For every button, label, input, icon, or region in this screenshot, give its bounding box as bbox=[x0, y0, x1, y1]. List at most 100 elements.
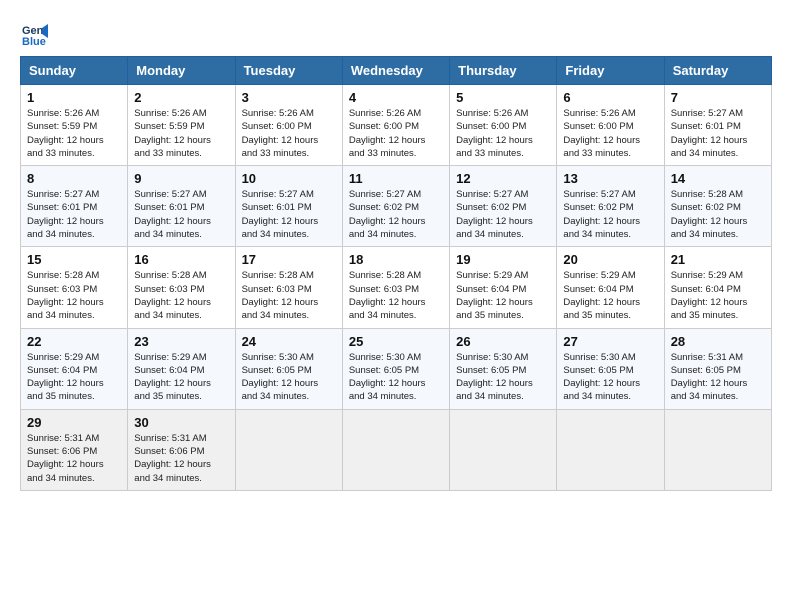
day-info-18: Sunrise: 5:28 AMSunset: 6:03 PMDaylight:… bbox=[349, 269, 443, 322]
calendar-day-27: 27 Sunrise: 5:30 AMSunset: 6:05 PMDayligh… bbox=[557, 328, 664, 409]
weekday-header-saturday: Saturday bbox=[664, 57, 771, 85]
calendar-day-4: 4Sunrise: 5:26 AMSunset: 6:00 PMDaylight… bbox=[342, 85, 449, 166]
calendar-day-3: 3 Sunrise: 5:26 AMSunset: 6:00 PMDaylight… bbox=[235, 85, 342, 166]
calendar-day-7: 7 Sunrise: 5:27 AMSunset: 6:01 PMDaylight… bbox=[664, 85, 771, 166]
day-number-1: 1 bbox=[27, 90, 121, 105]
day-number-18: 18 bbox=[349, 252, 443, 267]
calendar-week-3: 15 Sunrise: 5:28 AMSunset: 6:03 PMDayligh… bbox=[21, 247, 772, 328]
day-number-9: 9 bbox=[134, 171, 228, 186]
day-info-13: Sunrise: 5:27 AMSunset: 6:02 PMDaylight:… bbox=[563, 188, 657, 241]
calendar-week-1: 1 Sunrise: 5:26 AMSunset: 5:59 PMDaylight… bbox=[21, 85, 772, 166]
day-number-23: 23 bbox=[134, 334, 228, 349]
logo: General Blue bbox=[20, 20, 52, 48]
calendar-day-21: 21 Sunrise: 5:29 AMSunset: 6:04 PMDayligh… bbox=[664, 247, 771, 328]
day-info-7: Sunrise: 5:27 AMSunset: 6:01 PMDaylight:… bbox=[671, 107, 765, 160]
calendar-week-2: 8 Sunrise: 5:27 AMSunset: 6:01 PMDaylight… bbox=[21, 166, 772, 247]
calendar-day-23: 23 Sunrise: 5:29 AMSunset: 6:04 PMDayligh… bbox=[128, 328, 235, 409]
day-info-26: Sunrise: 5:30 AMSunset: 6:05 PMDaylight:… bbox=[456, 351, 550, 404]
calendar-day-20: 20 Sunrise: 5:29 AMSunset: 6:04 PMDayligh… bbox=[557, 247, 664, 328]
calendar-day-6: 6Sunrise: 5:26 AMSunset: 6:00 PMDaylight… bbox=[557, 85, 664, 166]
calendar-day-16: 16 Sunrise: 5:28 AMSunset: 6:03 PMDayligh… bbox=[128, 247, 235, 328]
weekday-header-monday: Monday bbox=[128, 57, 235, 85]
weekday-header-sunday: Sunday bbox=[21, 57, 128, 85]
calendar-day-22: 22 Sunrise: 5:29 AMSunset: 6:04 PMDayligh… bbox=[21, 328, 128, 409]
svg-text:Blue: Blue bbox=[22, 36, 46, 48]
day-number-28: 28 bbox=[671, 334, 765, 349]
day-info-30: Sunrise: 5:31 AMSunset: 6:06 PMDaylight:… bbox=[134, 432, 228, 485]
calendar-day-28: 28 Sunrise: 5:31 AMSunset: 6:05 PMDayligh… bbox=[664, 328, 771, 409]
day-number-30: 30 bbox=[134, 415, 228, 430]
weekday-header-friday: Friday bbox=[557, 57, 664, 85]
day-number-7: 7 bbox=[671, 90, 765, 105]
day-info-29: Sunrise: 5:31 AMSunset: 6:06 PMDaylight:… bbox=[27, 432, 121, 485]
day-number-24: 24 bbox=[242, 334, 336, 349]
day-info-4: Sunrise: 5:26 AMSunset: 6:00 PMDaylight:… bbox=[349, 107, 443, 160]
day-number-13: 13 bbox=[563, 171, 657, 186]
calendar-week-5: 29 Sunrise: 5:31 AMSunset: 6:06 PMDayligh… bbox=[21, 409, 772, 490]
day-number-21: 21 bbox=[671, 252, 765, 267]
day-number-19: 19 bbox=[456, 252, 550, 267]
day-number-16: 16 bbox=[134, 252, 228, 267]
calendar-day-25: 25Sunrise: 5:30 AMSunset: 6:05 PMDayligh… bbox=[342, 328, 449, 409]
weekday-header-row: SundayMondayTuesdayWednesdayThursdayFrid… bbox=[21, 57, 772, 85]
weekday-header-tuesday: Tuesday bbox=[235, 57, 342, 85]
day-number-3: 3 bbox=[242, 90, 336, 105]
calendar-day-11: 11Sunrise: 5:27 AMSunset: 6:02 PMDayligh… bbox=[342, 166, 449, 247]
day-info-21: Sunrise: 5:29 AMSunset: 6:04 PMDaylight:… bbox=[671, 269, 765, 322]
day-number-6: 6 bbox=[563, 90, 657, 105]
day-info-24: Sunrise: 5:30 AMSunset: 6:05 PMDaylight:… bbox=[242, 351, 336, 404]
empty-cell bbox=[235, 409, 342, 490]
calendar-day-30: 30 Sunrise: 5:31 AMSunset: 6:06 PMDayligh… bbox=[128, 409, 235, 490]
calendar-day-2: 2 Sunrise: 5:26 AMSunset: 5:59 PMDaylight… bbox=[128, 85, 235, 166]
calendar-day-9: 9 Sunrise: 5:27 AMSunset: 6:01 PMDaylight… bbox=[128, 166, 235, 247]
day-info-14: Sunrise: 5:28 AMSunset: 6:02 PMDaylight:… bbox=[671, 188, 765, 241]
day-info-16: Sunrise: 5:28 AMSunset: 6:03 PMDaylight:… bbox=[134, 269, 228, 322]
day-number-25: 25 bbox=[349, 334, 443, 349]
day-info-20: Sunrise: 5:29 AMSunset: 6:04 PMDaylight:… bbox=[563, 269, 657, 322]
day-number-20: 20 bbox=[563, 252, 657, 267]
day-info-23: Sunrise: 5:29 AMSunset: 6:04 PMDaylight:… bbox=[134, 351, 228, 404]
day-info-3: Sunrise: 5:26 AMSunset: 6:00 PMDaylight:… bbox=[242, 107, 336, 160]
day-info-19: Sunrise: 5:29 AMSunset: 6:04 PMDaylight:… bbox=[456, 269, 550, 322]
calendar-day-19: 19 Sunrise: 5:29 AMSunset: 6:04 PMDayligh… bbox=[450, 247, 557, 328]
calendar-day-10: 10Sunrise: 5:27 AMSunset: 6:01 PMDayligh… bbox=[235, 166, 342, 247]
day-number-12: 12 bbox=[456, 171, 550, 186]
calendar-week-4: 22 Sunrise: 5:29 AMSunset: 6:04 PMDayligh… bbox=[21, 328, 772, 409]
day-number-27: 27 bbox=[563, 334, 657, 349]
calendar-day-24: 24 Sunrise: 5:30 AMSunset: 6:05 PMDayligh… bbox=[235, 328, 342, 409]
day-number-26: 26 bbox=[456, 334, 550, 349]
day-info-8: Sunrise: 5:27 AMSunset: 6:01 PMDaylight:… bbox=[27, 188, 121, 241]
day-number-8: 8 bbox=[27, 171, 121, 186]
calendar-day-15: 15 Sunrise: 5:28 AMSunset: 6:03 PMDayligh… bbox=[21, 247, 128, 328]
day-number-2: 2 bbox=[134, 90, 228, 105]
day-info-12: Sunrise: 5:27 AMSunset: 6:02 PMDaylight:… bbox=[456, 188, 550, 241]
page-header: General Blue bbox=[20, 20, 772, 48]
day-info-15: Sunrise: 5:28 AMSunset: 6:03 PMDaylight:… bbox=[27, 269, 121, 322]
weekday-header-thursday: Thursday bbox=[450, 57, 557, 85]
day-number-15: 15 bbox=[27, 252, 121, 267]
day-number-22: 22 bbox=[27, 334, 121, 349]
day-info-28: Sunrise: 5:31 AMSunset: 6:05 PMDaylight:… bbox=[671, 351, 765, 404]
empty-cell bbox=[342, 409, 449, 490]
calendar-day-13: 13 Sunrise: 5:27 AMSunset: 6:02 PMDayligh… bbox=[557, 166, 664, 247]
day-info-2: Sunrise: 5:26 AMSunset: 5:59 PMDaylight:… bbox=[134, 107, 228, 160]
logo-icon: General Blue bbox=[20, 20, 48, 48]
calendar-table: SundayMondayTuesdayWednesdayThursdayFrid… bbox=[20, 56, 772, 491]
calendar-day-14: 14 Sunrise: 5:28 AMSunset: 6:02 PMDayligh… bbox=[664, 166, 771, 247]
empty-cell bbox=[450, 409, 557, 490]
weekday-header-wednesday: Wednesday bbox=[342, 57, 449, 85]
calendar-day-17: 17 Sunrise: 5:28 AMSunset: 6:03 PMDayligh… bbox=[235, 247, 342, 328]
day-number-14: 14 bbox=[671, 171, 765, 186]
day-info-27: Sunrise: 5:30 AMSunset: 6:05 PMDaylight:… bbox=[563, 351, 657, 404]
day-info-9: Sunrise: 5:27 AMSunset: 6:01 PMDaylight:… bbox=[134, 188, 228, 241]
day-info-17: Sunrise: 5:28 AMSunset: 6:03 PMDaylight:… bbox=[242, 269, 336, 322]
calendar-day-29: 29 Sunrise: 5:31 AMSunset: 6:06 PMDayligh… bbox=[21, 409, 128, 490]
calendar-day-5: 5Sunrise: 5:26 AMSunset: 6:00 PMDaylight… bbox=[450, 85, 557, 166]
day-info-1: Sunrise: 5:26 AMSunset: 5:59 PMDaylight:… bbox=[27, 107, 121, 160]
day-number-17: 17 bbox=[242, 252, 336, 267]
day-number-29: 29 bbox=[27, 415, 121, 430]
calendar-day-18: 18 Sunrise: 5:28 AMSunset: 6:03 PMDayligh… bbox=[342, 247, 449, 328]
calendar-day-8: 8 Sunrise: 5:27 AMSunset: 6:01 PMDaylight… bbox=[21, 166, 128, 247]
empty-cell bbox=[557, 409, 664, 490]
day-info-22: Sunrise: 5:29 AMSunset: 6:04 PMDaylight:… bbox=[27, 351, 121, 404]
